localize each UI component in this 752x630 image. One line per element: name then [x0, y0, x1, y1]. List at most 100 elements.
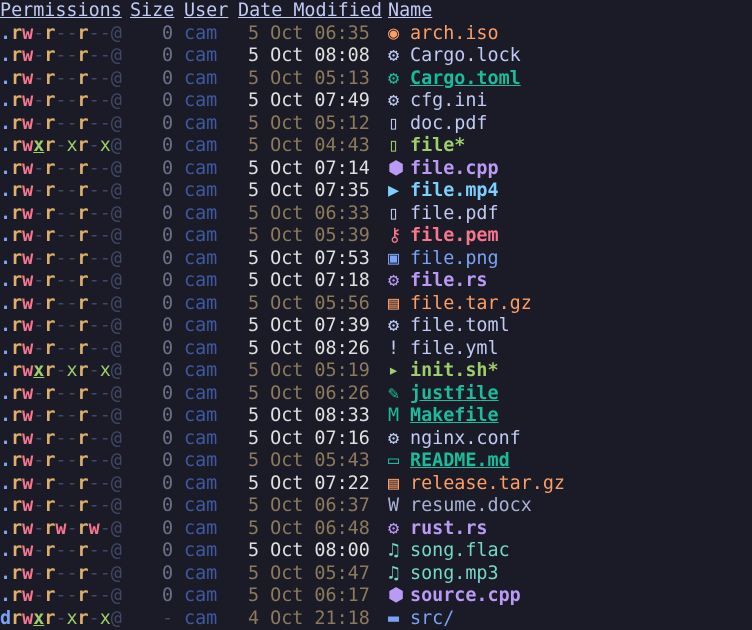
file-name[interactable]: file.tar.gz: [410, 293, 532, 314]
name-cell[interactable]: ▭ README.md: [388, 450, 510, 473]
file-name[interactable]: Makefile: [410, 405, 499, 426]
permissions-cell: .rw-r--r--@: [0, 22, 122, 44]
header-date-modified[interactable]: Date Modified: [238, 0, 382, 23]
file-name[interactable]: justfile: [410, 383, 499, 404]
name-cell[interactable]: ▸ init.sh*: [388, 360, 499, 383]
date-cell: 4 Oct 21:18: [248, 607, 370, 629]
makefile-icon: M: [388, 405, 400, 426]
name-cell[interactable]: ⚙ rust.rs: [388, 518, 488, 541]
file-row[interactable]: .rwxr-xr-x@ 0 cam 5 Oct 05:19 ▸ init.sh*: [0, 360, 752, 383]
file-name[interactable]: file.mp4: [410, 180, 499, 201]
header-permissions[interactable]: Permissions: [0, 0, 122, 23]
file-row[interactable]: drwxr-xr-x@ - cam 4 Oct 21:18 ▬ src/: [0, 608, 752, 630]
file-name[interactable]: rust.rs: [410, 518, 488, 539]
user-cell: cam: [184, 337, 218, 359]
file-row[interactable]: .rw-r--r--@ 0 cam 5 Oct 05:12 ▯ doc.pdf: [0, 113, 752, 136]
header-user[interactable]: User: [184, 0, 228, 23]
file-name[interactable]: source.cpp: [410, 585, 521, 606]
file-row[interactable]: .rw-r--r--@ 0 cam 5 Oct 07:39 ⚙ file.toml: [0, 315, 752, 338]
file-row[interactable]: .rw-r--r--@ 0 cam 5 Oct 07:14 ⬢ file.cpp: [0, 158, 752, 181]
file-row[interactable]: .rw-r--r--@ 0 cam 5 Oct 08:33 M Makefile: [0, 405, 752, 428]
name-cell[interactable]: ! file.yml: [388, 338, 499, 361]
file-row[interactable]: .rwxr-xr-x@ 0 cam 5 Oct 04:43 ▯ file*: [0, 135, 752, 158]
file-name[interactable]: arch.iso: [410, 23, 499, 44]
file-row[interactable]: .rw-r--r--@ 0 cam 5 Oct 07:49 ⚙ cfg.ini: [0, 90, 752, 113]
name-cell[interactable]: ▶ file.mp4: [388, 180, 499, 203]
name-cell[interactable]: ⬢ file.cpp: [388, 158, 499, 181]
name-cell[interactable]: ♫ song.flac: [388, 540, 510, 563]
file-name[interactable]: nginx.conf: [410, 428, 521, 449]
name-cell[interactable]: ◉ arch.iso: [388, 23, 499, 46]
name-cell[interactable]: ⚙ nginx.conf: [388, 428, 521, 451]
file-row[interactable]: .rw-r--r--@ 0 cam 5 Oct 08:08 ⚙ Cargo.lock: [0, 45, 752, 68]
file-name[interactable]: Cargo.lock: [410, 45, 521, 66]
disc-icon: ◉: [388, 22, 400, 44]
name-cell[interactable]: ⬢ source.cpp: [388, 585, 521, 608]
markdown-icon: ▭: [388, 450, 400, 471]
file-name[interactable]: file.pdf: [410, 203, 499, 224]
file-name[interactable]: song.mp3: [410, 563, 499, 584]
name-cell[interactable]: ▣ file.png: [388, 248, 499, 271]
file-name[interactable]: file*: [410, 135, 465, 156]
name-cell[interactable]: ⚙ cfg.ini: [388, 90, 488, 113]
file-name[interactable]: file.rs: [410, 270, 488, 291]
file-name[interactable]: README.md: [410, 450, 510, 471]
file-icon: ▯: [388, 135, 400, 156]
file-name[interactable]: resume.docx: [410, 495, 532, 516]
file-row[interactable]: .rw-r--r--@ 0 cam 5 Oct 05:47 ♫ song.mp3: [0, 563, 752, 586]
file-row[interactable]: .rw-r--r--@ 0 cam 5 Oct 06:17 ⬢ source.cpp: [0, 585, 752, 608]
name-cell[interactable]: ▤ release.tar.gz: [388, 473, 565, 496]
file-row[interactable]: .rw-r--r--@ 0 cam 5 Oct 05:43 ▭ README.md: [0, 450, 752, 473]
file-row[interactable]: .rw-r--r--@ 0 cam 5 Oct 06:37 Wresume.docx: [0, 495, 752, 518]
header-size[interactable]: Size: [130, 0, 174, 23]
file-name[interactable]: init.sh*: [410, 360, 499, 381]
file-name[interactable]: song.flac: [410, 540, 510, 561]
header-name[interactable]: Name: [388, 0, 432, 23]
file-row[interactable]: .rw-r--r--@ 0 cam 5 Oct 08:26! file.yml: [0, 338, 752, 361]
file-name[interactable]: src/: [410, 608, 454, 629]
file-row[interactable]: .rw-r--r--@ 0 cam 5 Oct 08:00 ♫ song.flac: [0, 540, 752, 563]
file-row[interactable]: .rw-r--r--@ 0 cam 5 Oct 05:56 ▤ file.tar.gz: [0, 293, 752, 316]
name-cell[interactable]: ✎ justfile: [388, 383, 499, 406]
name-cell[interactable]: ▯ file.pdf: [388, 203, 499, 226]
file-row[interactable]: .rw-r--r--@ 0 cam 5 Oct 05:39 ⚷ file.pem: [0, 225, 752, 248]
file-row[interactable]: .rw-r--r--@ 0 cam 5 Oct 05:13 ⚙ Cargo.toml: [0, 68, 752, 91]
file-row[interactable]: .rw-rw-rw-@ 0 cam 5 Oct 06:48 ⚙ rust.rs: [0, 518, 752, 541]
file-name[interactable]: file.toml: [410, 315, 510, 336]
user-cell: cam: [184, 90, 218, 111]
name-cell[interactable]: Wresume.docx: [388, 495, 532, 518]
cpp-icon: ⬢: [388, 585, 405, 606]
file-row[interactable]: .rw-r--r--@ 0 cam 5 Oct 06:35 ◉ arch.iso: [0, 23, 752, 46]
file-name[interactable]: file.cpp: [410, 158, 499, 179]
name-cell[interactable]: ⚙ file.toml: [388, 315, 510, 338]
name-cell[interactable]: ⚙ Cargo.toml: [388, 68, 521, 91]
file-name[interactable]: file.yml: [410, 338, 499, 359]
file-row[interactable]: .rw-r--r--@ 0 cam 5 Oct 07:22 ▤ release.tar.g…: [0, 473, 752, 496]
name-cell[interactable]: ⚙ file.rs: [388, 270, 488, 293]
file-name[interactable]: file.pem: [410, 225, 499, 246]
file-name[interactable]: doc.pdf: [410, 113, 488, 134]
file-name[interactable]: file.png: [410, 248, 499, 269]
file-name[interactable]: cfg.ini: [410, 90, 488, 111]
name-cell[interactable]: ▬ src/: [388, 608, 454, 630]
size-cell: 0: [162, 45, 174, 66]
file-row[interactable]: .rw-r--r--@ 0 cam 5 Oct 07:16 ⚙ nginx.conf: [0, 428, 752, 451]
name-cell[interactable]: ▯ file*: [388, 135, 465, 158]
file-row[interactable]: .rw-r--r--@ 0 cam 5 Oct 06:26 ✎ justfile: [0, 383, 752, 406]
name-cell[interactable]: ♫ song.mp3: [388, 563, 499, 586]
user-cell: cam: [184, 157, 218, 179]
file-row[interactable]: .rw-r--r--@ 0 cam 5 Oct 07:18 ⚙ file.rs: [0, 270, 752, 293]
file-row[interactable]: .rw-r--r--@ 0 cam 5 Oct 06:33 ▯ file.pdf: [0, 203, 752, 226]
name-cell[interactable]: ▤ file.tar.gz: [388, 293, 532, 316]
name-cell[interactable]: ⚷ file.pem: [388, 225, 499, 248]
file-name[interactable]: Cargo.toml: [410, 68, 521, 89]
size-cell: 0: [162, 450, 174, 471]
name-cell[interactable]: ⚙ Cargo.lock: [388, 45, 521, 68]
name-cell[interactable]: ▯ doc.pdf: [388, 113, 488, 136]
file-row[interactable]: .rw-r--r--@ 0 cam 5 Oct 07:35 ▶ file.mp4: [0, 180, 752, 203]
file-row[interactable]: .rw-r--r--@ 0 cam 5 Oct 07:53 ▣ file.png: [0, 248, 752, 271]
name-cell[interactable]: M Makefile: [388, 405, 499, 428]
user-cell: cam: [184, 540, 218, 561]
file-name[interactable]: release.tar.gz: [410, 473, 565, 494]
user-cell: cam: [184, 585, 218, 606]
